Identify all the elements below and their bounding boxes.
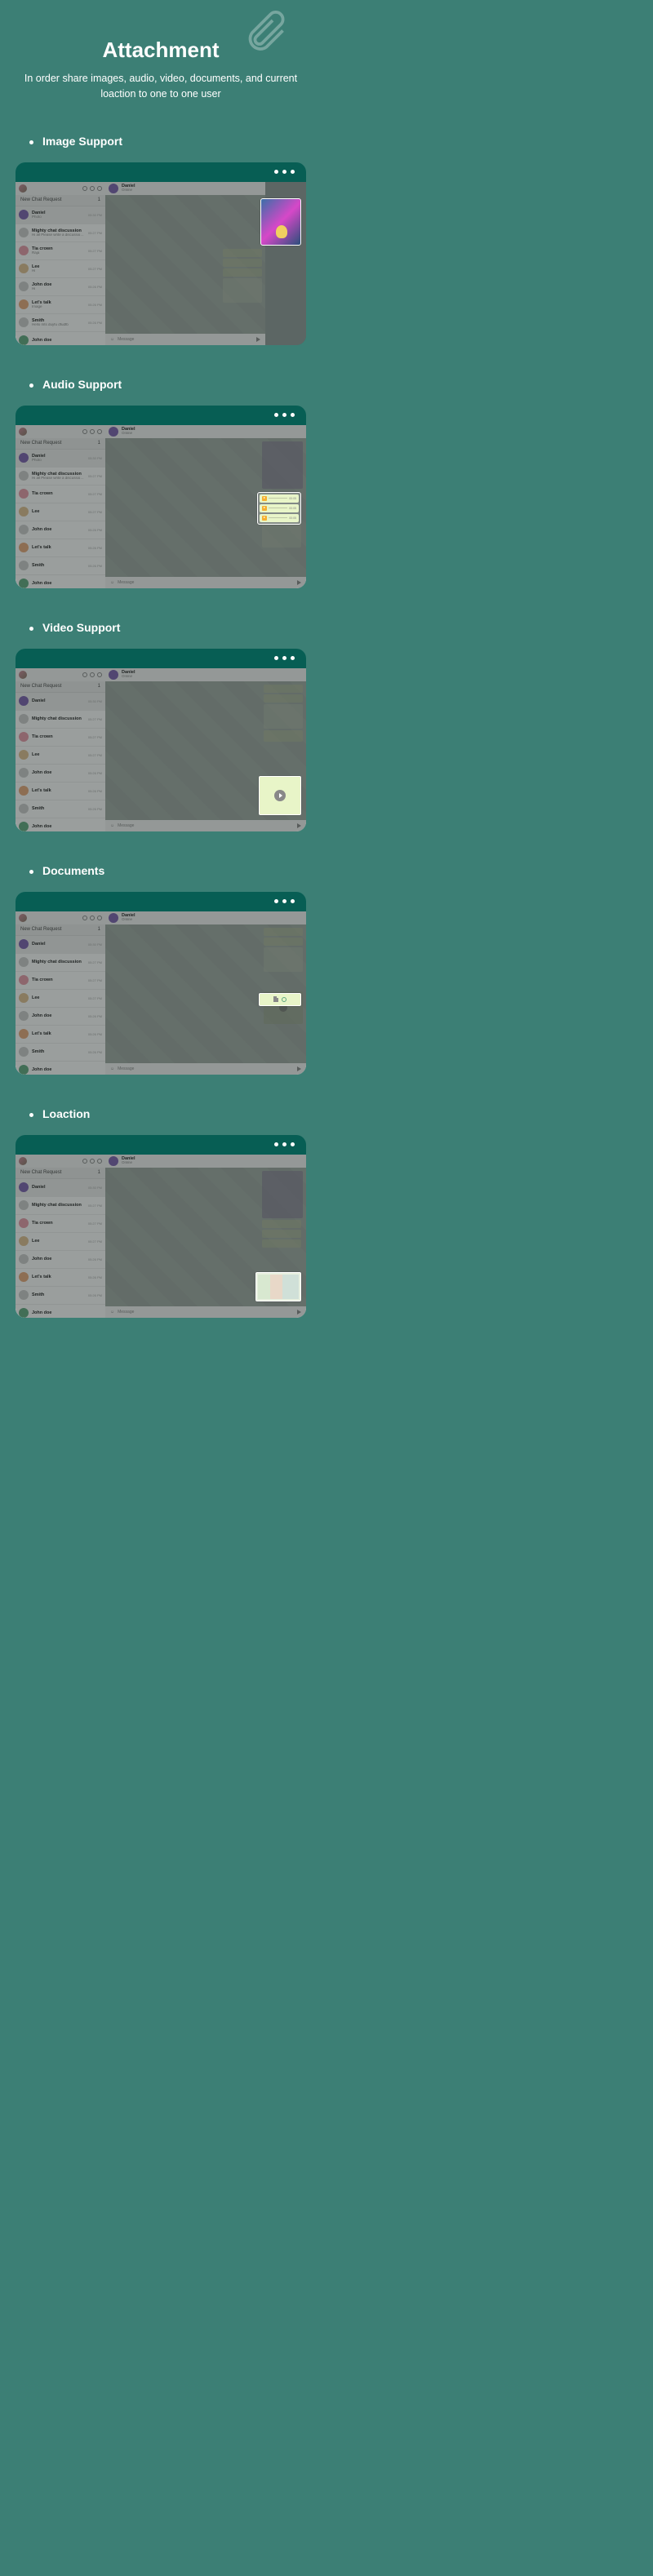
list-item[interactable]: Smith05:26 PM [16, 800, 105, 818]
list-item[interactable]: Mighty chat discussion05:27 PM [16, 711, 105, 729]
new-chat-badge: 1 [98, 197, 100, 202]
list-item[interactable]: Tia crown05:27 PM [16, 729, 105, 747]
play-icon[interactable] [274, 790, 286, 801]
list-item[interactable]: Smith05:26 PM [16, 1044, 105, 1062]
list-item[interactable]: Mighty chat discussionHi all Please writ… [16, 224, 105, 242]
chat-list: DanielPhoto05:30 PM Mighty chat discussi… [16, 206, 105, 345]
browser-bar [16, 162, 306, 182]
chat-area: DanielOnline ☺ Message [105, 182, 265, 345]
list-item[interactable]: Tia crown05:27 PM [16, 1215, 105, 1233]
list-item[interactable]: John doe [16, 1062, 105, 1075]
section-documents: Documents New Chat Request1 Daniel05:30 … [0, 864, 322, 1075]
list-item[interactable]: DanielPhoto05:30 PM [16, 206, 105, 224]
list-item[interactable]: John doe05:26 PM [16, 1251, 105, 1269]
map-preview [258, 1275, 299, 1299]
sidebar: New Chat Request1 DanielPhoto05:30 PM Mi… [16, 425, 105, 588]
user-avatar[interactable] [19, 184, 27, 193]
audio-attachments: 00:05 00:05 00:05 [257, 492, 301, 525]
send-icon[interactable] [256, 337, 260, 342]
play-icon[interactable] [262, 496, 267, 501]
list-item[interactable]: Let's talk05:26 PM [16, 539, 105, 557]
section-label: Image Support [42, 135, 322, 148]
list-item[interactable]: John doe05:26 PM [16, 521, 105, 539]
list-item[interactable]: DanielPhoto05:30 PM [16, 450, 105, 468]
list-item[interactable]: Mighty chat discussion05:27 PM [16, 954, 105, 972]
section-label: Video Support [42, 621, 322, 634]
section-image: Image Support New Chat Requ [0, 135, 322, 345]
list-item[interactable]: Let's talk05:26 PM [16, 783, 105, 800]
new-chat-request[interactable]: New Chat Request 1 [16, 195, 105, 206]
list-item[interactable]: LeeHi05:27 PM [16, 260, 105, 278]
list-item[interactable]: John doe [16, 1305, 105, 1318]
audio-message[interactable]: 00:05 [260, 514, 299, 522]
contact-status: Online [122, 188, 262, 193]
list-item[interactable]: Lee05:27 PM [16, 503, 105, 521]
list-item[interactable]: John doe [16, 575, 105, 588]
browser-frame: New Chat Request 1 DanielPhoto05:30 PM M… [16, 162, 306, 345]
list-item[interactable]: SmithHello mts duyfu dfudfb05:26 PM [16, 314, 105, 332]
section-audio: Audio Support New Chat Request1 DanielPh… [0, 378, 322, 588]
list-item[interactable]: Mighty chat discussionHi all Please writ… [16, 468, 105, 485]
list-item[interactable]: John doe05:26 PM [16, 1008, 105, 1026]
document-attachment[interactable] [259, 993, 301, 1006]
list-item[interactable]: Lee05:27 PM [16, 747, 105, 765]
list-item[interactable]: Smith05:26 PM [16, 557, 105, 575]
menu-icon[interactable] [97, 186, 102, 191]
image-attachment[interactable] [260, 198, 301, 246]
list-item[interactable]: Daniel05:30 PM [16, 1179, 105, 1197]
browser-frame: New Chat Request1 Daniel05:30 PM Mighty … [16, 649, 306, 831]
list-item[interactable]: Tia crown05:27 PM [16, 972, 105, 990]
page-subtitle: In order share images, audio, video, doc… [0, 63, 322, 102]
audio-message[interactable]: 00:05 [260, 494, 299, 503]
section-label: Audio Support [42, 378, 322, 391]
contact-avatar[interactable] [109, 184, 118, 193]
sidebar: New Chat Request 1 DanielPhoto05:30 PM M… [16, 182, 105, 345]
message-input-bar: ☺ Message [105, 334, 265, 345]
list-item[interactable]: Tia crownRaja05:27 PM [16, 242, 105, 260]
list-item[interactable]: John doe [16, 818, 105, 831]
file-icon [273, 996, 278, 1002]
section-video: Video Support New Chat Request1 Daniel05… [0, 621, 322, 831]
chat-header: DanielOnline [105, 182, 265, 195]
section-label: Documents [42, 864, 322, 877]
list-item[interactable]: Smith05:26 PM [16, 1287, 105, 1305]
message-input[interactable]: Message [118, 337, 253, 342]
audio-message[interactable]: 00:05 [260, 504, 299, 512]
browser-frame: New Chat Request1 Daniel05:30 PM Mighty … [16, 892, 306, 1075]
messages-area [105, 195, 265, 334]
section-location: Loaction New Chat Request1 Daniel05:30 P… [0, 1107, 322, 1318]
new-chat-icon[interactable] [90, 186, 95, 191]
download-icon[interactable] [282, 997, 287, 1002]
chat-app: New Chat Request1 DanielPhoto05:30 PM Mi… [16, 425, 306, 588]
location-attachment[interactable] [255, 1272, 301, 1301]
browser-frame: New Chat Request1 DanielPhoto05:30 PM Mi… [16, 406, 306, 588]
browser-frame: New Chat Request1 Daniel05:30 PM Mighty … [16, 1135, 306, 1318]
chat-app: New Chat Request 1 DanielPhoto05:30 PM M… [16, 182, 306, 345]
list-item[interactable]: Let's talk05:26 PM [16, 1026, 105, 1044]
emoji-icon[interactable]: ☺ [110, 337, 114, 342]
list-item[interactable]: John doe [16, 332, 105, 345]
status-icon[interactable] [82, 186, 87, 191]
section-label: Loaction [42, 1107, 322, 1120]
sidebar-header [16, 182, 105, 195]
list-item[interactable]: John doe05:26 PM [16, 765, 105, 783]
play-icon[interactable] [262, 506, 267, 511]
list-item[interactable]: Lee05:27 PM [16, 1233, 105, 1251]
list-item[interactable]: John doeHi05:26 PM [16, 278, 105, 296]
paperclip-icon [240, 8, 289, 57]
list-item[interactable]: Let's talk05:26 PM [16, 1269, 105, 1287]
list-item[interactable]: Tia crown05:27 PM [16, 485, 105, 503]
list-item[interactable]: Daniel05:30 PM [16, 693, 105, 711]
list-item[interactable]: Let's talkImage05:26 PM [16, 296, 105, 314]
list-item[interactable]: Daniel05:30 PM [16, 936, 105, 954]
play-icon[interactable] [262, 516, 267, 521]
list-item[interactable]: Mighty chat discussion05:27 PM [16, 1197, 105, 1215]
video-attachment[interactable] [259, 776, 301, 815]
list-item[interactable]: Lee05:27 PM [16, 990, 105, 1008]
new-chat-label: New Chat Request [20, 197, 61, 202]
